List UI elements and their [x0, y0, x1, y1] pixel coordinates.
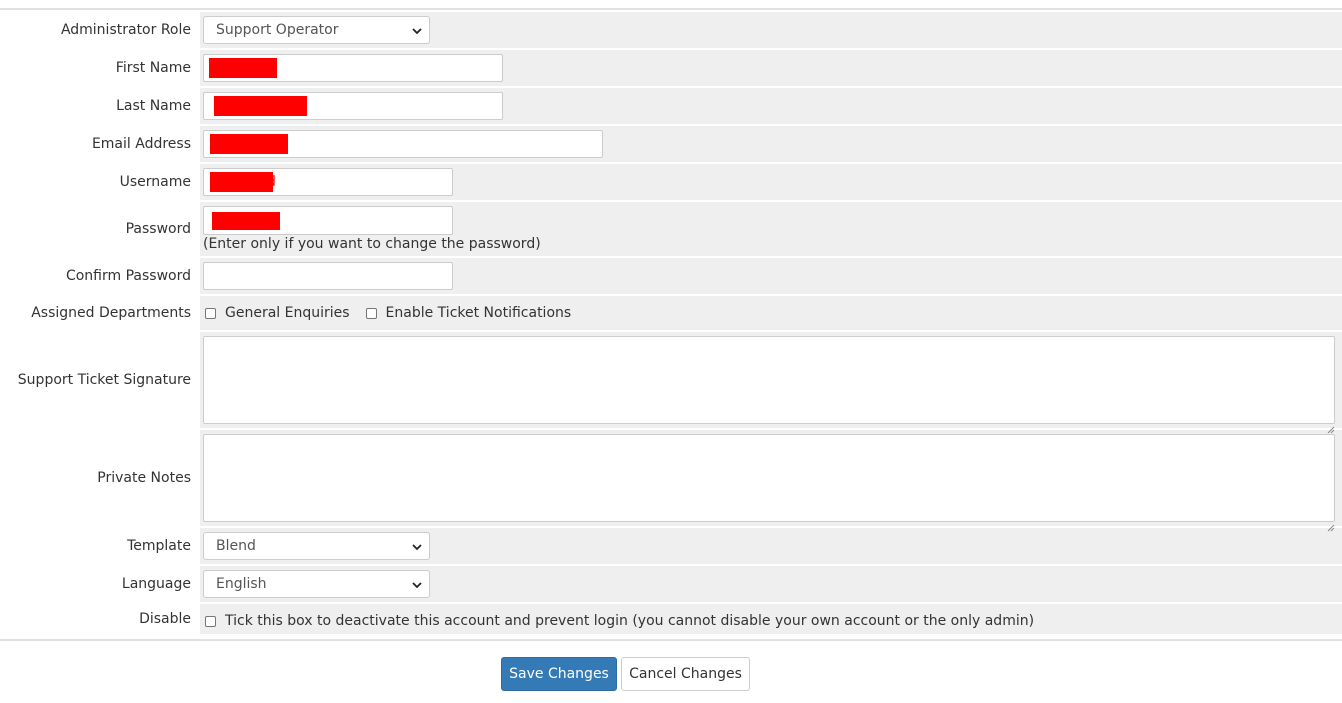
- row-disable: Disable Tick this box to deactivate this…: [0, 604, 1342, 636]
- password-help-text: (Enter only if you want to change the pa…: [203, 236, 541, 252]
- chevron-down-icon: [411, 541, 423, 553]
- template-value: Blend: [216, 538, 256, 554]
- row-departments: Assigned Departments General Enquiries E…: [0, 296, 1342, 332]
- admin-edit-form: Administrator Role Support Operator Firs…: [0, 12, 1342, 636]
- disable-account-checkbox[interactable]: [205, 615, 216, 627]
- confirm-password-label: Confirm Password: [0, 258, 200, 294]
- resize-grip-icon[interactable]: [1326, 425, 1335, 434]
- row-password: Password Redacted (Enter only if you wan…: [0, 202, 1342, 258]
- row-last-name: Last Name Redacted: [0, 88, 1342, 126]
- redacted-email: Redacted: [210, 134, 288, 154]
- row-username: Username Redacted: [0, 164, 1342, 202]
- disable-label: Disable: [0, 604, 200, 634]
- top-divider: [0, 8, 1342, 10]
- general-enquiries-label: General Enquiries: [225, 305, 350, 321]
- row-first-name: First Name Redacted: [0, 50, 1342, 88]
- department-general-enquiries[interactable]: General Enquiries: [203, 305, 350, 321]
- redacted-last-name: Redacted: [214, 96, 307, 116]
- first-name-label: First Name: [0, 50, 200, 86]
- save-changes-button[interactable]: Save Changes: [501, 657, 617, 691]
- admin-role-select[interactable]: Support Operator: [203, 16, 430, 44]
- enable-ticket-notifications[interactable]: Enable Ticket Notifications: [364, 305, 572, 321]
- redacted-username: Redacted: [210, 172, 276, 192]
- language-value: English: [216, 576, 267, 592]
- password-input[interactable]: Redacted: [203, 206, 453, 235]
- private-notes-textarea[interactable]: [203, 434, 1335, 522]
- disable-account-text: Tick this box to deactivate this account…: [225, 613, 1035, 629]
- signature-textarea[interactable]: [203, 336, 1335, 424]
- language-label: Language: [0, 566, 200, 602]
- resize-grip-icon[interactable]: [1326, 523, 1335, 532]
- bottom-divider: [0, 639, 1342, 641]
- row-template: Template Blend: [0, 528, 1342, 566]
- row-private-notes: Private Notes: [0, 430, 1342, 532]
- row-admin-role: Administrator Role Support Operator: [0, 12, 1342, 50]
- row-confirm-password: Confirm Password: [0, 258, 1342, 296]
- row-signature: Support Ticket Signature: [0, 332, 1342, 434]
- first-name-input[interactable]: Redacted: [203, 54, 503, 82]
- private-notes-label: Private Notes: [0, 430, 200, 526]
- ticket-notifications-checkbox[interactable]: [365, 307, 377, 319]
- username-label: Username: [0, 164, 200, 200]
- cancel-changes-button[interactable]: Cancel Changes: [621, 657, 750, 691]
- chevron-down-icon: [411, 579, 423, 591]
- template-label: Template: [0, 528, 200, 564]
- last-name-input[interactable]: Redacted: [203, 92, 503, 120]
- email-label: Email Address: [0, 126, 200, 162]
- last-name-label: Last Name: [0, 88, 200, 124]
- form-actions: Save Changes Cancel Changes: [501, 657, 750, 691]
- admin-role-value: Support Operator: [216, 22, 339, 38]
- row-language: Language English: [0, 566, 1342, 604]
- signature-label: Support Ticket Signature: [0, 332, 200, 428]
- disable-account-option[interactable]: Tick this box to deactivate this account…: [203, 613, 1034, 629]
- general-enquiries-checkbox[interactable]: [205, 307, 216, 319]
- confirm-password-input[interactable]: [203, 262, 453, 290]
- redacted-password: Redacted: [212, 211, 280, 230]
- template-select[interactable]: Blend: [203, 532, 430, 560]
- redacted-first-name: Redacted: [209, 58, 277, 78]
- email-input[interactable]: Redacted: [203, 130, 603, 158]
- password-label: Password: [0, 202, 200, 256]
- username-input[interactable]: Redacted: [203, 168, 453, 196]
- row-email: Email Address Redacted: [0, 126, 1342, 164]
- departments-label: Assigned Departments: [0, 296, 200, 330]
- ticket-notifications-label: Enable Ticket Notifications: [385, 305, 572, 321]
- admin-role-label: Administrator Role: [0, 12, 200, 48]
- chevron-down-icon: [411, 25, 423, 37]
- language-select[interactable]: English: [203, 570, 430, 598]
